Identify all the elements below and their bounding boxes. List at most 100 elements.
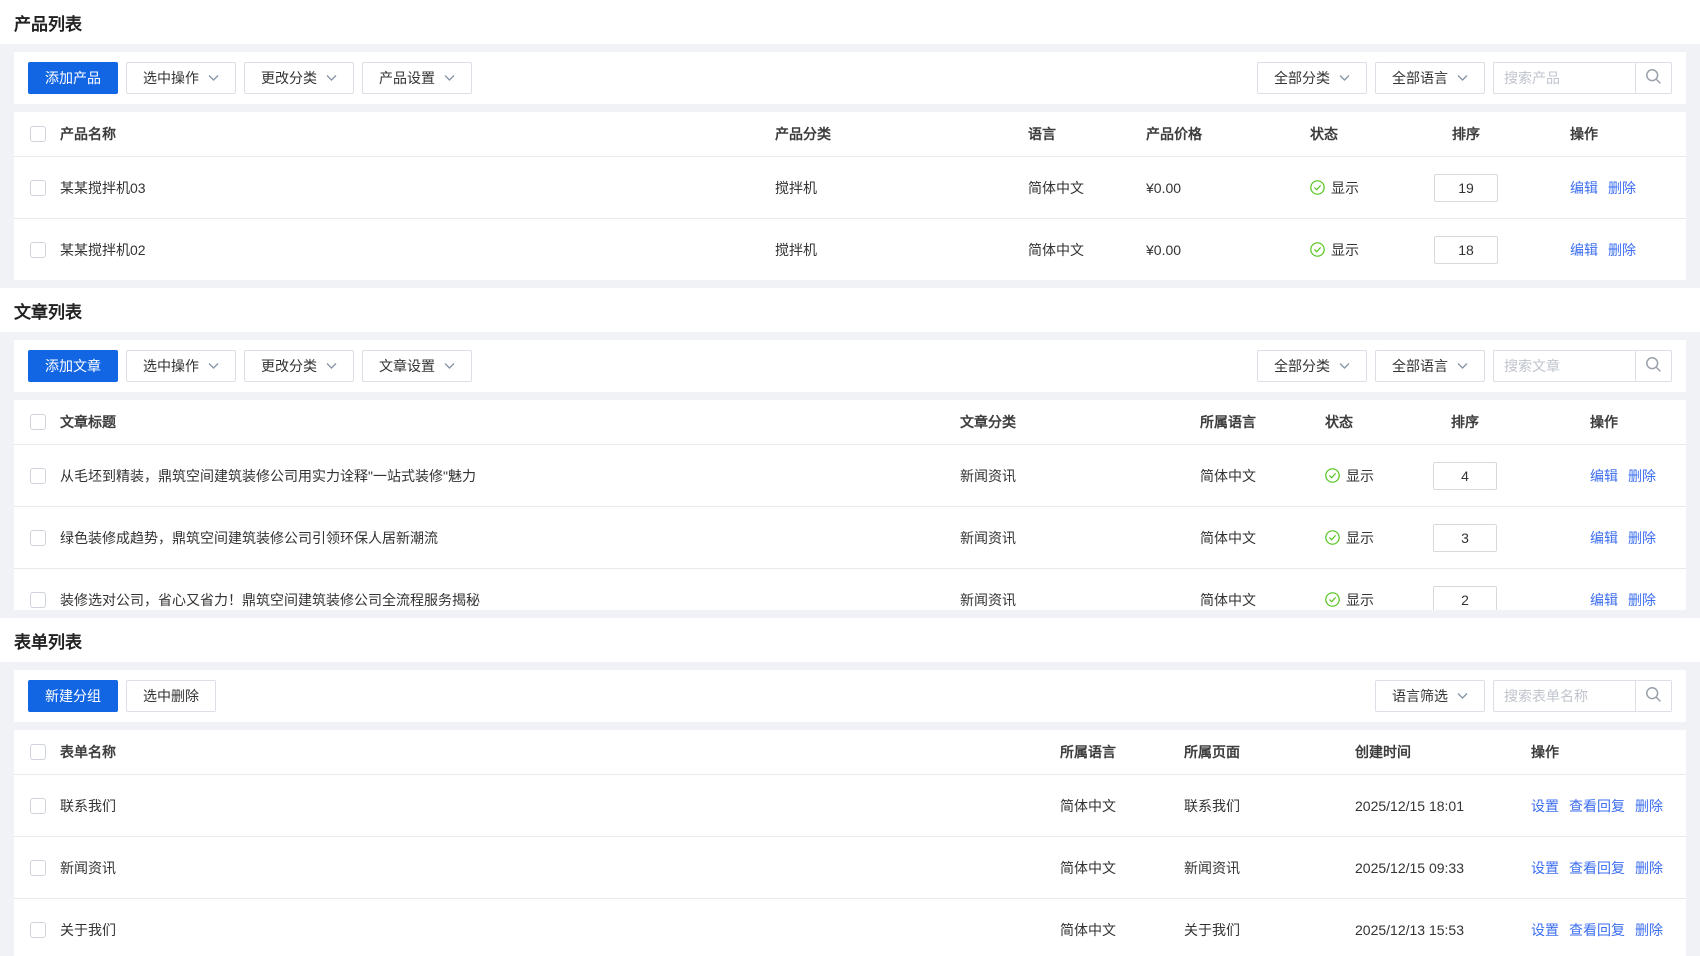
chevron-down-icon [208,362,219,370]
row-checkbox[interactable] [30,922,46,938]
new-group-button[interactable]: 新建分组 [28,680,118,712]
status-visible-icon [1325,468,1340,483]
articles-language-filter-dropdown[interactable]: 全部语言 [1375,350,1485,382]
column-header: 操作 [1531,742,1686,762]
dropdown-label: 选中操作 [143,356,199,376]
settings-link[interactable]: 设置 [1531,920,1559,940]
edit-link[interactable]: 编辑 [1570,178,1598,198]
edit-link[interactable]: 编辑 [1590,590,1618,610]
sort-input[interactable] [1433,586,1497,611]
dropdown-label: 更改分类 [261,68,317,88]
chevron-down-icon [326,74,337,82]
status-badge: 显示 [1310,178,1359,198]
sort-input[interactable] [1433,462,1497,490]
status-badge: 显示 [1310,240,1359,260]
delete-link[interactable]: 删除 [1635,796,1663,816]
form-name: 联系我们 [60,796,1060,816]
view-replies-link[interactable]: 查看回复 [1569,920,1625,940]
product-name: 某某搅拌机03 [60,178,775,198]
dropdown-label: 全部分类 [1274,356,1330,376]
products-section-title: 产品列表 [14,10,82,35]
sort-input[interactable] [1434,236,1498,264]
delete-link[interactable]: 删除 [1628,528,1656,548]
articles-settings-dropdown[interactable]: 文章设置 [362,350,472,382]
settings-link[interactable]: 设置 [1531,796,1559,816]
row-checkbox[interactable] [30,860,46,876]
dropdown-label: 产品设置 [379,68,435,88]
products-settings-dropdown[interactable]: 产品设置 [362,62,472,94]
articles-section-title: 文章列表 [14,298,82,323]
products-search-input[interactable] [1493,62,1635,94]
articles-change-category-dropdown[interactable]: 更改分类 [244,350,354,382]
column-header: 产品名称 [60,124,775,144]
add-article-button[interactable]: 添加文章 [28,350,118,382]
forms-section-title: 表单列表 [14,628,82,653]
article-category: 新闻资讯 [960,528,1200,548]
product-price: ¥0.00 [1146,242,1310,258]
form-created-time: 2025/12/13 15:53 [1355,922,1531,938]
articles-select-all-checkbox[interactable] [30,414,46,430]
edit-link[interactable]: 编辑 [1590,466,1618,486]
delete-link[interactable]: 删除 [1628,590,1656,610]
articles-toolbar: 添加文章 选中操作 更改分类 文章设置 全部分类 全部语言 [14,340,1686,392]
products-select-all-checkbox[interactable] [30,126,46,142]
row-checkbox[interactable] [30,468,46,484]
dropdown-label: 全部语言 [1392,68,1448,88]
chevron-down-icon [1339,74,1350,82]
form-created-time: 2025/12/15 18:01 [1355,798,1531,814]
product-category: 搅拌机 [775,240,1028,260]
articles-selected-actions-dropdown[interactable]: 选中操作 [126,350,236,382]
forms-section-header: 表单列表 [0,618,1700,662]
delete-selected-button[interactable]: 选中删除 [126,680,216,712]
status-badge: 显示 [1325,466,1374,486]
column-header: 所属语言 [1060,742,1184,762]
row-checkbox[interactable] [30,592,46,608]
articles-table-header-row: 文章标题 文章分类 所属语言 状态 排序 操作 [14,400,1686,444]
row-checkbox[interactable] [30,180,46,196]
products-selected-actions-dropdown[interactable]: 选中操作 [126,62,236,94]
articles-section-header: 文章列表 [0,288,1700,332]
delete-link[interactable]: 删除 [1608,240,1636,260]
products-change-category-dropdown[interactable]: 更改分类 [244,62,354,94]
delete-link[interactable]: 删除 [1628,466,1656,486]
products-search-button[interactable] [1635,62,1672,94]
chevron-down-icon [326,362,337,370]
products-language-filter-dropdown[interactable]: 全部语言 [1375,62,1485,94]
dropdown-label: 更改分类 [261,356,317,376]
forms-search-button[interactable] [1635,680,1672,712]
column-header: 创建时间 [1355,742,1531,762]
delete-link[interactable]: 删除 [1635,920,1663,940]
row-checkbox[interactable] [30,242,46,258]
forms-search-input[interactable] [1493,680,1635,712]
column-header: 操作 [1570,124,1686,144]
form-language: 简体中文 [1060,920,1184,940]
sort-input[interactable] [1434,174,1498,202]
column-header: 排序 [1434,124,1570,144]
table-row: 联系我们 简体中文 联系我们 2025/12/15 18:01 设置查看回复删除 [14,774,1686,836]
row-checkbox[interactable] [30,798,46,814]
forms-language-filter-dropdown[interactable]: 语言筛选 [1375,680,1485,712]
articles-search [1493,350,1672,382]
edit-link[interactable]: 编辑 [1570,240,1598,260]
forms-table-header-row: 表单名称 所属语言 所属页面 创建时间 操作 [14,730,1686,774]
product-language: 简体中文 [1028,240,1146,260]
delete-link[interactable]: 删除 [1608,178,1636,198]
articles-category-filter-dropdown[interactable]: 全部分类 [1257,350,1367,382]
view-replies-link[interactable]: 查看回复 [1569,858,1625,878]
view-replies-link[interactable]: 查看回复 [1569,796,1625,816]
table-row: 新闻资讯 简体中文 新闻资讯 2025/12/15 09:33 设置查看回复删除 [14,836,1686,898]
row-checkbox[interactable] [30,530,46,546]
add-product-button[interactable]: 添加产品 [28,62,118,94]
edit-link[interactable]: 编辑 [1590,528,1618,548]
forms-select-all-checkbox[interactable] [30,744,46,760]
column-header: 操作 [1590,412,1686,432]
products-category-filter-dropdown[interactable]: 全部分类 [1257,62,1367,94]
table-row: 绿色装修成趋势，鼎筑空间建筑装修公司引领环保人居新潮流 新闻资讯 简体中文 显示… [14,506,1686,568]
articles-search-input[interactable] [1493,350,1635,382]
settings-link[interactable]: 设置 [1531,858,1559,878]
articles-search-button[interactable] [1635,350,1672,382]
sort-input[interactable] [1433,524,1497,552]
column-header: 产品分类 [775,124,1028,144]
delete-link[interactable]: 删除 [1635,858,1663,878]
form-created-time: 2025/12/15 09:33 [1355,860,1531,876]
